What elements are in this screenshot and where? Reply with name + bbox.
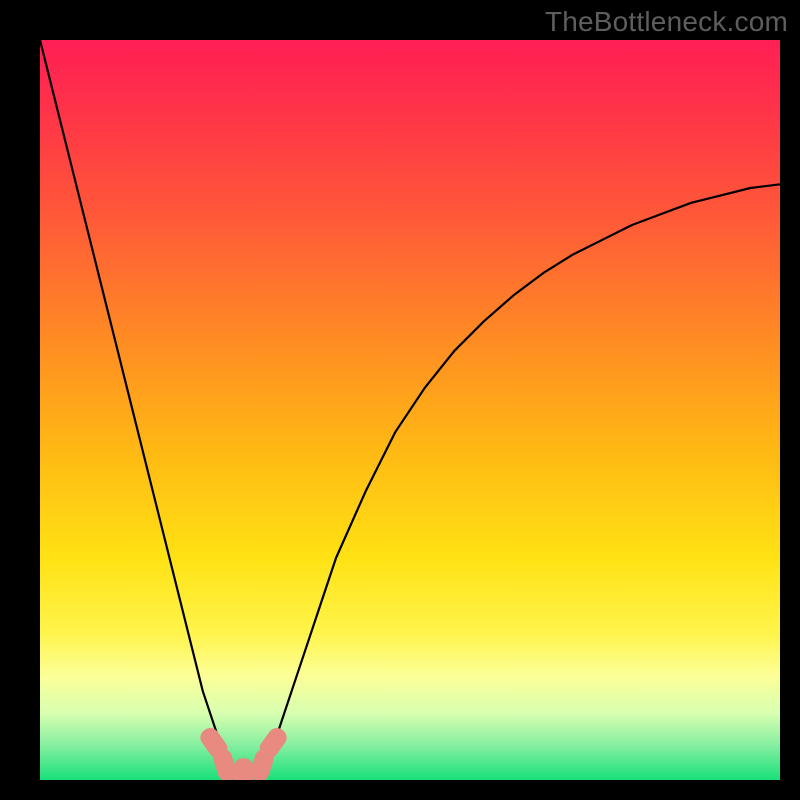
chart-svg	[40, 40, 780, 780]
plot-area	[40, 40, 780, 780]
curve-marker	[234, 758, 253, 780]
watermark-text: TheBottleneck.com	[545, 6, 788, 38]
chart-frame: TheBottleneck.com	[0, 0, 800, 800]
